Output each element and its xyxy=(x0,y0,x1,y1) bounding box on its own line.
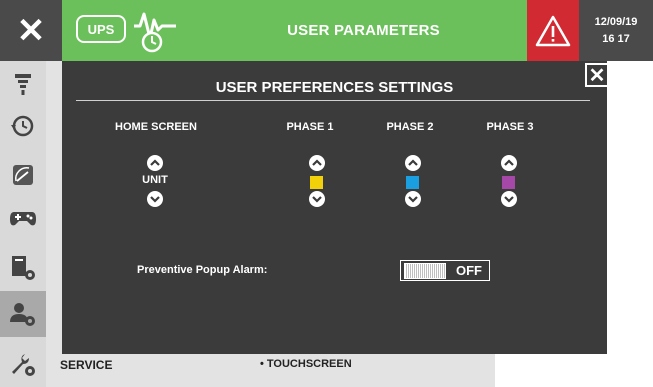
sidebar-item-meter[interactable] xyxy=(0,61,46,107)
device-settings-icon xyxy=(12,256,35,280)
chevron-down-icon xyxy=(312,196,322,203)
history-icon xyxy=(11,115,34,137)
gamepad-icon xyxy=(10,212,36,226)
time-text: 16 17 xyxy=(602,32,630,45)
phase2-down-button[interactable] xyxy=(405,191,421,207)
chevron-down-icon xyxy=(150,196,160,203)
service-label[interactable]: SERVICE xyxy=(60,358,112,372)
phase2-header: PHASE 2 xyxy=(386,121,434,133)
close-button[interactable]: ✕ xyxy=(0,0,62,61)
chevron-down-icon xyxy=(504,196,514,203)
sidebar-item-user-settings[interactable] xyxy=(0,291,46,337)
page-title: USER PARAMETERS xyxy=(287,22,440,39)
home-up-button[interactable] xyxy=(147,155,163,171)
chevron-up-icon xyxy=(312,159,322,166)
toggle-state: OFF xyxy=(456,263,482,278)
date-text: 12/09/19 xyxy=(594,15,638,28)
touchscreen-label[interactable]: • TOUCHSCREEN xyxy=(260,358,352,370)
gauge-icon xyxy=(13,165,33,185)
warning-icon xyxy=(535,15,571,46)
phase3-header: PHASE 3 xyxy=(486,121,534,133)
toggle-knob[interactable] xyxy=(404,262,446,279)
datetime-display: 12/09/19 16 17 xyxy=(579,0,653,61)
modal-title: USER PREFERENCES SETTINGS xyxy=(215,79,454,96)
phase2-color-swatch xyxy=(406,176,419,189)
home-screen-value: UNIT xyxy=(142,174,168,186)
sidebar-item-service[interactable] xyxy=(0,341,46,387)
home-screen-header: HOME SCREEN xyxy=(115,121,197,133)
sidebar xyxy=(0,61,46,387)
chevron-up-icon xyxy=(150,159,160,166)
close-icon: ✕ xyxy=(16,11,46,50)
wrench-gear-icon xyxy=(12,354,35,376)
alarm-button[interactable] xyxy=(527,0,579,61)
phase1-down-button[interactable] xyxy=(309,191,325,207)
header-bar: ✕ UPS USER PARAMETERS 12/09/19 16 17 xyxy=(0,0,653,61)
phase1-up-button[interactable] xyxy=(309,155,325,171)
popup-alarm-label: Preventive Popup Alarm: xyxy=(137,264,268,276)
popup-alarm-toggle[interactable]: OFF xyxy=(400,260,490,281)
waveform-clock-icon xyxy=(134,12,176,53)
phase3-color-swatch xyxy=(502,176,515,189)
sidebar-item-gauge[interactable] xyxy=(0,152,46,198)
ups-badge[interactable]: UPS xyxy=(76,15,126,43)
chevron-down-icon xyxy=(408,196,418,203)
phase2-up-button[interactable] xyxy=(405,155,421,171)
meter-icon xyxy=(15,74,31,95)
phase3-down-button[interactable] xyxy=(501,191,517,207)
preferences-modal xyxy=(62,61,607,354)
chevron-up-icon xyxy=(408,159,418,166)
chevron-up-icon xyxy=(504,159,514,166)
phase1-color-swatch xyxy=(310,176,323,189)
phase1-header: PHASE 1 xyxy=(286,121,334,133)
home-down-button[interactable] xyxy=(147,191,163,207)
modal-divider xyxy=(76,100,590,101)
phase3-up-button[interactable] xyxy=(501,155,517,171)
sidebar-item-device-settings[interactable] xyxy=(0,245,46,291)
sidebar-item-controls[interactable] xyxy=(0,195,46,241)
user-settings-icon xyxy=(10,303,35,326)
sidebar-item-history[interactable] xyxy=(0,103,46,149)
